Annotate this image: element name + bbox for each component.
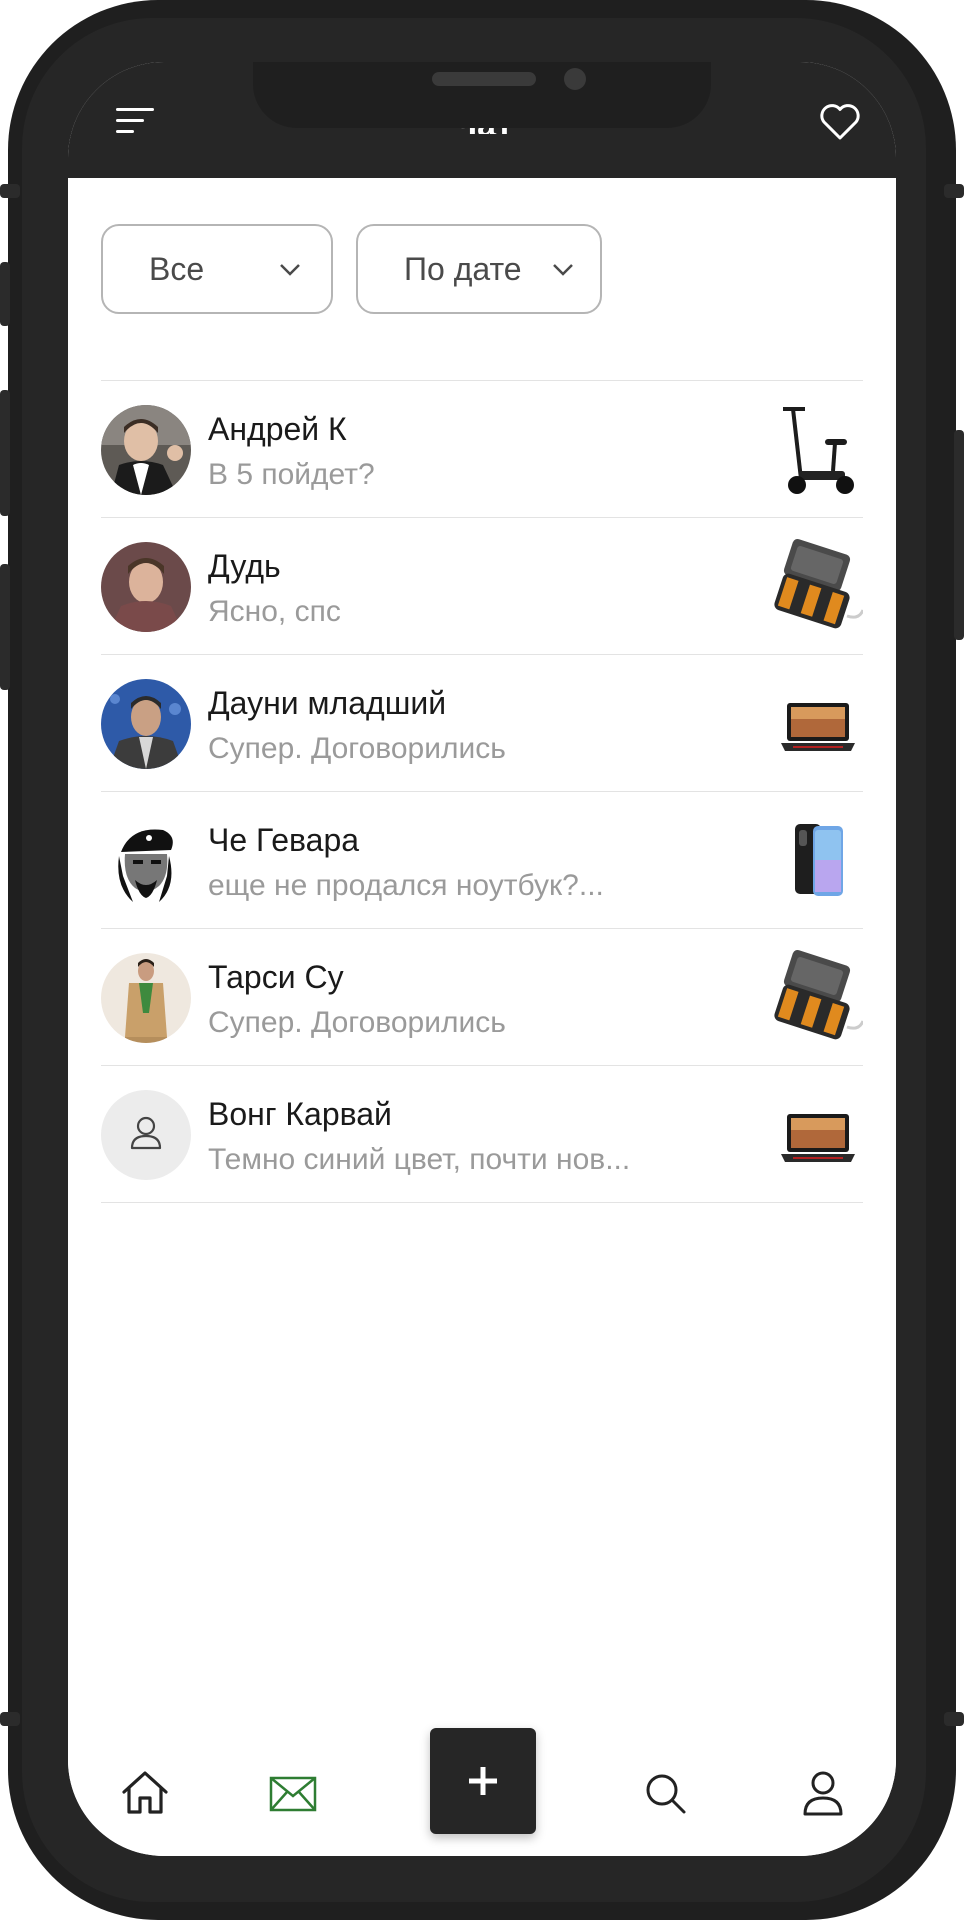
- search-icon[interactable]: [638, 1766, 692, 1820]
- chat-contact-name: Че Гевара: [208, 822, 360, 858]
- chat-contact-name: Дауни младший: [208, 685, 447, 721]
- chat-row[interactable]: Андрей К В 5 пойдет?: [101, 381, 863, 518]
- add-listing-button[interactable]: [430, 1728, 536, 1834]
- side-button: [954, 430, 964, 640]
- avatar: [101, 679, 191, 769]
- menu-icon[interactable]: [116, 106, 156, 136]
- side-button: [944, 184, 964, 198]
- filter-label: Все: [149, 250, 205, 287]
- laptop-thumbnail: [773, 673, 863, 773]
- side-button: [0, 262, 10, 326]
- chat-message-preview: Супер. Договорились: [208, 1006, 506, 1039]
- default-user-icon: [101, 1090, 191, 1180]
- chat-row[interactable]: Дудь Ясно, спс: [101, 518, 863, 655]
- app-header: Чат: [68, 62, 896, 178]
- bottom-tab-bar: [68, 1714, 896, 1856]
- chat-row[interactable]: Дауни младший Супер. Договорились: [101, 655, 863, 792]
- avatar: [101, 816, 191, 906]
- chat-row[interactable]: Вонг Карвай Темно синий цвет, почти нов.…: [101, 1066, 863, 1203]
- app-screen: Чат Все По дате: [68, 62, 896, 1856]
- smartphone-thumbnail: [773, 810, 863, 910]
- chevron-down-icon: [280, 264, 300, 276]
- chat-row[interactable]: Тарси Су Супер. Договорились: [101, 929, 863, 1066]
- side-button: [944, 1712, 964, 1726]
- speaker: [432, 72, 536, 86]
- notch: [253, 62, 711, 128]
- chat-message-preview: В 5 пойдет?: [208, 458, 375, 491]
- laptop-thumbnail: [773, 1084, 863, 1184]
- power-bank-thumbnail: [773, 536, 863, 636]
- profile-icon[interactable]: [796, 1766, 850, 1820]
- chat-list: Андрей К В 5 пойдет? Дудь Ясно, спс Даун…: [101, 380, 863, 1203]
- chat-contact-name: Дудь: [208, 548, 281, 584]
- chat-message-preview: Темно синий цвет, почти нов...: [208, 1143, 631, 1176]
- avatar: [101, 405, 191, 495]
- avatar: [101, 953, 191, 1043]
- side-button: [0, 390, 10, 516]
- filter-dropdown-sort[interactable]: По дате: [356, 224, 602, 314]
- chat-contact-name: Андрей К: [208, 411, 347, 447]
- heart-icon[interactable]: [818, 100, 862, 144]
- home-icon[interactable]: [118, 1766, 172, 1820]
- chat-message-preview: Супер. Договорились: [208, 732, 506, 765]
- chat-row[interactable]: Че Гевара еще не продался ноутбук?...: [101, 792, 863, 929]
- front-camera: [564, 68, 586, 90]
- electric-scooter-thumbnail: [773, 399, 863, 499]
- filter-dropdown-category[interactable]: Все: [101, 224, 333, 314]
- filter-label: По дате: [404, 250, 522, 287]
- side-button: [0, 184, 20, 198]
- device-mockup: Чат Все По дате: [0, 0, 964, 1920]
- chevron-down-icon: [553, 264, 573, 276]
- mail-icon[interactable]: [266, 1766, 320, 1820]
- chat-message-preview: Ясно, спс: [208, 595, 341, 628]
- side-button: [0, 1712, 20, 1726]
- power-bank-thumbnail: [773, 947, 863, 1047]
- chat-contact-name: Тарси Су: [208, 959, 344, 995]
- plus-icon: [469, 1767, 497, 1795]
- side-button: [0, 564, 10, 690]
- avatar: [101, 542, 191, 632]
- chat-message-preview: еще не продался ноутбук?...: [208, 869, 604, 902]
- chat-contact-name: Вонг Карвай: [208, 1096, 392, 1132]
